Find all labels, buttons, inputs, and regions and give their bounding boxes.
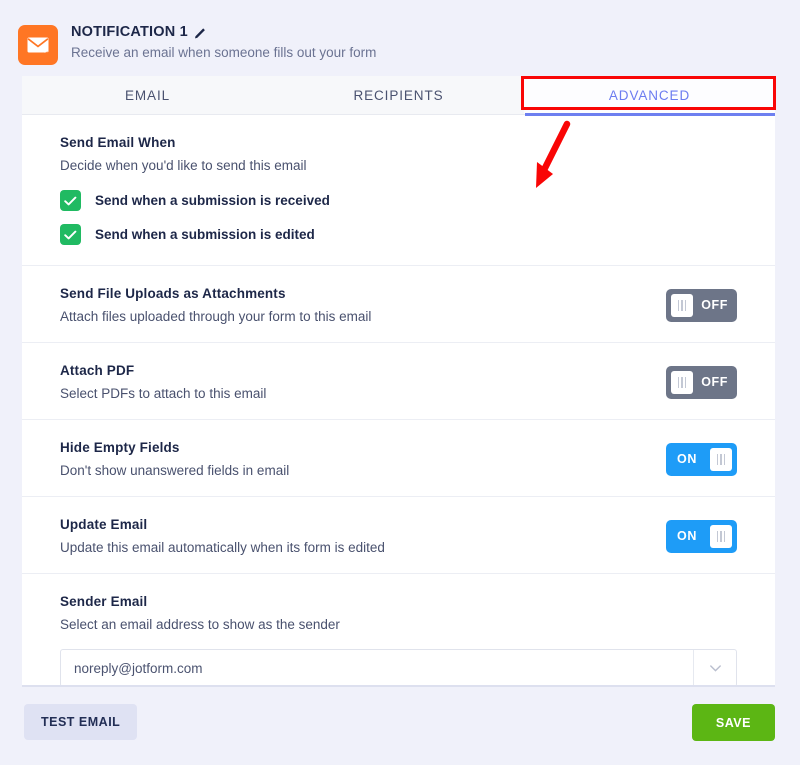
toggle-knob [710, 524, 732, 548]
toggle-state-label: OFF [701, 298, 728, 312]
section-title: Update Email [60, 517, 148, 532]
tab-recipients[interactable]: RECIPIENTS [273, 76, 524, 114]
section-description: Update this email automatically when its… [60, 540, 385, 555]
section-description: Select PDFs to attach to this email [60, 386, 267, 401]
sender-email-select[interactable]: noreply@jotform.com [60, 649, 737, 687]
checkbox-row-submission-edited[interactable]: Send when a submission is edited [60, 224, 737, 245]
section-send-email-when: Send Email When Decide when you'd like t… [22, 115, 775, 266]
sender-email-value: noreply@jotform.com [74, 660, 203, 676]
toggle-update-email[interactable]: ON [666, 519, 737, 553]
toggle-attach-pdf[interactable]: OFF [666, 365, 737, 399]
section-update-email: Update Email Update this email automatic… [22, 497, 775, 574]
page-title: NOTIFICATION 1 [71, 24, 188, 40]
checkbox-label: Send when a submission is received [95, 193, 330, 208]
section-text: Attach PDF Select PDFs to attach to this… [60, 363, 266, 401]
section-row: Send File Uploads as Attachments Attach … [60, 286, 737, 324]
checkbox-checked-icon[interactable] [60, 190, 81, 211]
action-footer: TEST EMAIL SAVE [0, 687, 800, 765]
toggle-knob [710, 447, 732, 471]
checkbox-list: Send when a submission is received Send … [60, 190, 737, 245]
title-row: NOTIFICATION 1 [71, 24, 376, 40]
toggle-state-label: OFF [701, 375, 728, 389]
section-text: Send File Uploads as Attachments Attach … [60, 286, 371, 324]
toggle-state-label: ON [677, 529, 697, 543]
tab-bar: EMAIL RECIPIENTS ADVANCED [22, 76, 775, 116]
toggle-file-uploads[interactable]: OFF [666, 288, 737, 322]
toggle-knob [671, 370, 693, 394]
notification-settings-card: EMAIL RECIPIENTS ADVANCED Send Email Whe… [22, 76, 775, 711]
chevron-down-icon[interactable] [693, 650, 736, 686]
section-title: Attach PDF [60, 363, 135, 378]
header-inner: NOTIFICATION 1 Receive an email when som… [18, 24, 376, 65]
section-row: Update Email Update this email automatic… [60, 517, 737, 555]
tab-advanced[interactable]: ADVANCED [524, 76, 775, 114]
section-file-uploads: Send File Uploads as Attachments Attach … [22, 266, 775, 343]
section-title: Send File Uploads as Attachments [60, 286, 286, 301]
section-text: Update Email Update this email automatic… [60, 517, 385, 555]
test-email-button[interactable]: TEST EMAIL [24, 704, 138, 740]
section-description: Don't show unanswered fields in email [60, 463, 290, 478]
section-hide-empty-fields: Hide Empty Fields Don't show unanswered … [22, 420, 775, 497]
section-title: Hide Empty Fields [60, 440, 180, 455]
checkbox-label: Send when a submission is edited [95, 227, 315, 242]
section-description: Select an email address to show as the s… [60, 617, 340, 632]
panel-header: NOTIFICATION 1 Receive an email when som… [0, 0, 800, 76]
section-row: Attach PDF Select PDFs to attach to this… [60, 363, 737, 401]
save-button[interactable]: SAVE [691, 704, 775, 741]
page-subtitle: Receive an email when someone fills out … [71, 45, 377, 60]
header-text: NOTIFICATION 1 Receive an email when som… [71, 24, 376, 60]
section-description: Decide when you'd like to send this emai… [60, 158, 307, 173]
section-text: Hide Empty Fields Don't show unanswered … [60, 440, 289, 478]
envelope-icon [18, 25, 58, 65]
section-title: Send Email When [60, 135, 176, 150]
tab-email[interactable]: EMAIL [22, 76, 273, 114]
toggle-knob [671, 293, 693, 317]
checkbox-checked-icon[interactable] [60, 224, 81, 245]
section-row: Hide Empty Fields Don't show unanswered … [60, 440, 737, 478]
toggle-state-label: ON [677, 452, 697, 466]
pencil-icon[interactable] [194, 26, 207, 39]
section-title: Sender Email [60, 594, 148, 609]
section-attach-pdf: Attach PDF Select PDFs to attach to this… [22, 343, 775, 420]
section-description: Attach files uploaded through your form … [60, 309, 372, 324]
checkbox-row-submission-received[interactable]: Send when a submission is received [60, 190, 737, 211]
toggle-hide-empty-fields[interactable]: ON [666, 442, 737, 476]
